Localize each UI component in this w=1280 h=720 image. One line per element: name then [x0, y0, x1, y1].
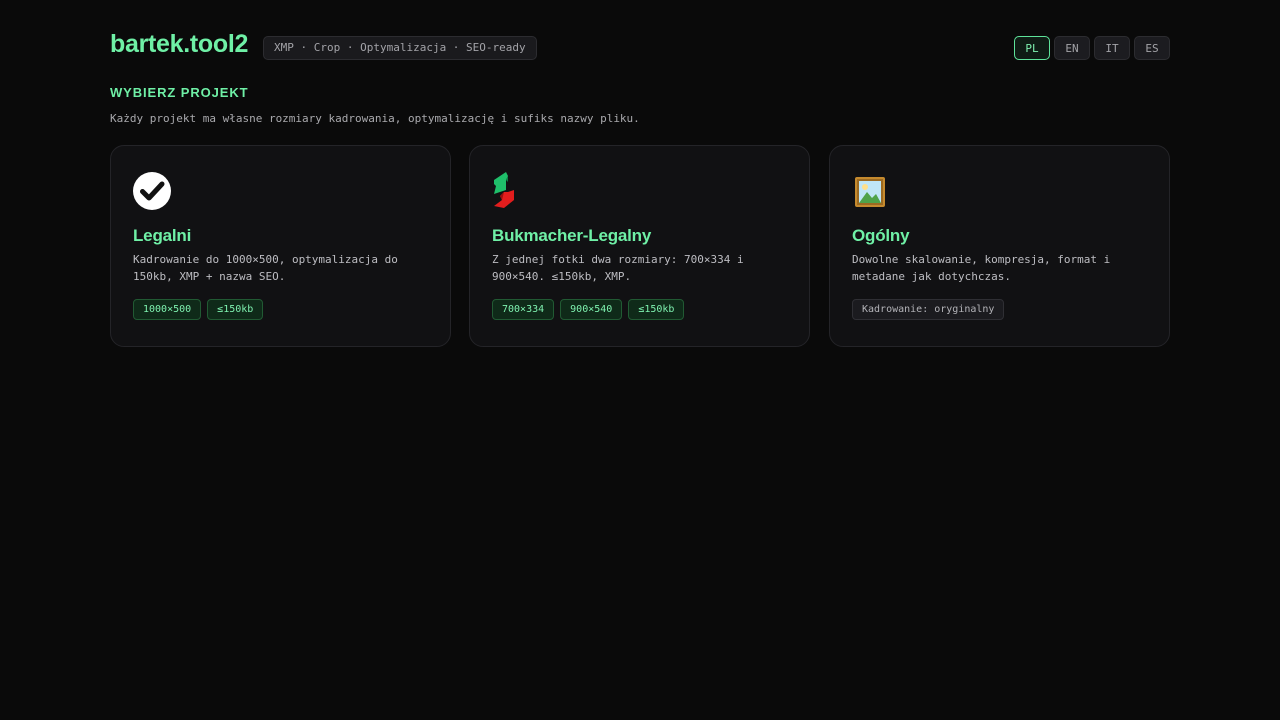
brand-logo[interactable]: bartek.tool2: [110, 30, 248, 59]
lang-button-it[interactable]: IT: [1094, 36, 1130, 60]
tag-max-size: ≤150kb: [628, 299, 685, 320]
tagline-badge: XMP · Crop · Optymalizacja · SEO-ready: [263, 36, 537, 60]
tag-max-size: ≤150kb: [207, 299, 264, 320]
section-description: Każdy projekt ma własne rozmiary kadrowa…: [110, 112, 640, 125]
section-title: WYBIERZ PROJEKT: [110, 85, 249, 100]
header: bartek.tool2 XMP · Crop · Optymalizacja …: [110, 28, 1170, 64]
project-card-ogolny[interactable]: Ogólny Dowolne skalowanie, kompresja, fo…: [829, 145, 1170, 347]
project-name: Bukmacher-Legalny: [492, 226, 652, 245]
tag-crop-mode: Kadrowanie: oryginalny: [852, 299, 1005, 320]
project-card-legalni[interactable]: Legalni Kadrowanie do 1000×500, optymali…: [110, 145, 451, 347]
project-description: Z jednej fotki dwa rozmiary: 700×334 i 9…: [492, 253, 744, 283]
lang-button-en[interactable]: EN: [1054, 36, 1090, 60]
project-card-bukmacher-legalny[interactable]: Bukmacher-Legalny Z jednej fotki dwa roz…: [469, 145, 810, 347]
language-switcher: PL EN IT ES: [1014, 36, 1170, 60]
project-tags: 700×334 900×540 ≤150kb: [492, 299, 685, 320]
bookmaker-logo-icon: [494, 172, 514, 208]
project-tags: 1000×500 ≤150kb: [133, 299, 264, 320]
lang-button-es[interactable]: ES: [1134, 36, 1170, 60]
lang-button-pl[interactable]: PL: [1014, 36, 1050, 60]
tag-crop-size: 900×540: [560, 299, 623, 320]
tag-crop-size: 1000×500: [133, 299, 202, 320]
project-list: Legalni Kadrowanie do 1000×500, optymali…: [110, 145, 1170, 347]
project-tags: Kadrowanie: oryginalny: [852, 299, 1005, 320]
project-description: Kadrowanie do 1000×500, optymalizacja do…: [133, 253, 398, 283]
project-name: Legalni: [133, 226, 192, 245]
framed-picture-icon: [855, 177, 885, 207]
tag-crop-size: 700×334: [492, 299, 555, 320]
check-circle-icon: [133, 172, 171, 210]
project-description: Dowolne skalowanie, kompresja, format i …: [852, 253, 1111, 283]
project-name: Ogólny: [852, 226, 910, 245]
